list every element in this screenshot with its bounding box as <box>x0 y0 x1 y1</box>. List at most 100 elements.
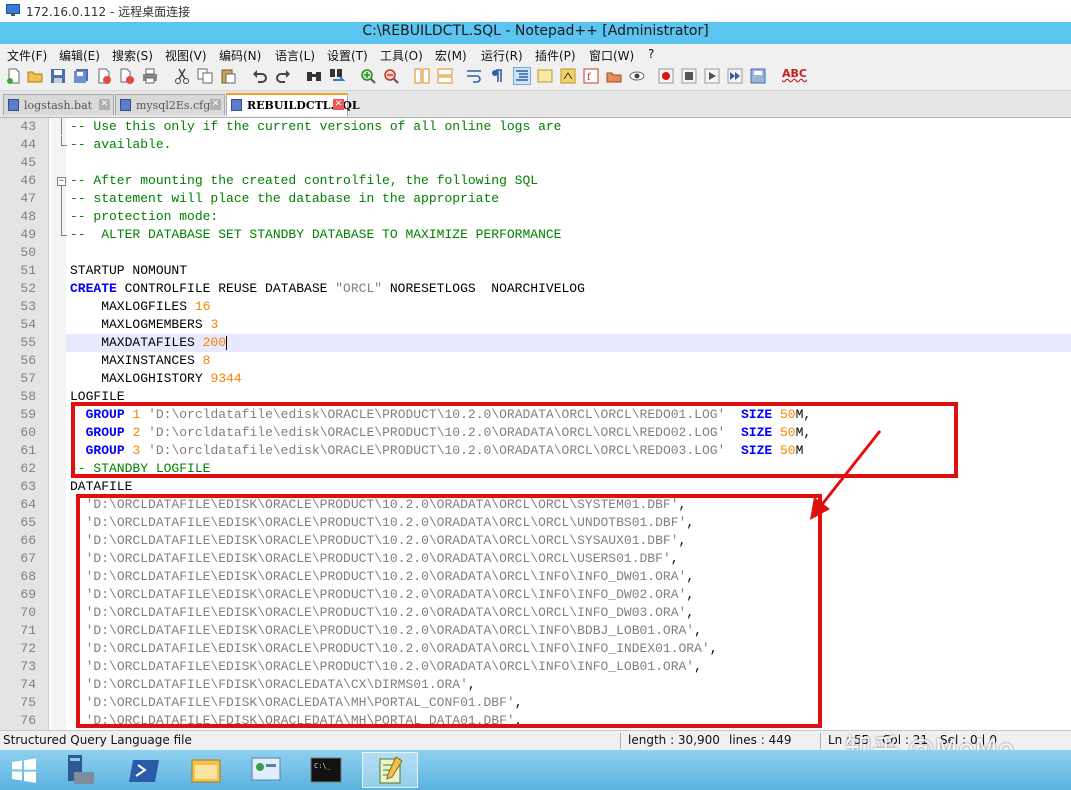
line-number: 74 <box>20 677 36 692</box>
svg-text:C:\_: C:\_ <box>314 762 332 770</box>
cut-icon[interactable] <box>174 68 190 84</box>
zoom-in-icon[interactable] <box>360 68 376 84</box>
show-all-chars-icon[interactable] <box>489 68 505 84</box>
code-line: -- After mounting the created controlfil… <box>70 173 539 188</box>
start-button-icon[interactable] <box>6 752 42 788</box>
control-panel-icon[interactable] <box>246 752 286 788</box>
tab-logstash-bat[interactable]: logstash.bat ✕ <box>3 94 114 115</box>
line-number: 64 <box>20 497 36 512</box>
code-text: MAXLOGHISTORY <box>70 371 211 386</box>
menu-help[interactable]: ? <box>648 47 654 61</box>
line-number: 68 <box>20 569 36 584</box>
line-number: 52 <box>20 281 36 296</box>
find-icon[interactable] <box>306 68 322 84</box>
menu-encoding[interactable]: 编码(N) <box>219 47 261 64</box>
indent-guide-icon[interactable] <box>513 67 531 85</box>
open-file-icon[interactable] <box>27 68 43 84</box>
line-number: 60 <box>20 425 36 440</box>
save-macro-icon[interactable] <box>750 68 766 84</box>
menu-file[interactable]: 文件(F) <box>7 47 47 64</box>
stop-record-icon[interactable] <box>681 68 697 84</box>
line-number: 46 <box>20 173 36 188</box>
undo-icon[interactable] <box>252 68 268 84</box>
copy-icon[interactable] <box>197 68 213 84</box>
tab-mysql2es-cfg[interactable]: mysql2Es.cfg ✕ <box>115 94 225 115</box>
menu-settings[interactable]: 设置(T) <box>327 47 368 64</box>
file-explorer-icon[interactable] <box>186 752 226 788</box>
menu-bar: 文件(F) 编辑(E) 搜索(S) 视图(V) 编码(N) 语言(L) 设置(T… <box>0 44 1071 64</box>
code-text: MAXLOGMEMBERS <box>70 317 211 332</box>
menu-run[interactable]: 运行(R) <box>481 47 523 64</box>
tab-rebuildctl-sql[interactable]: REBUILDCTL.SQL ✕ <box>226 93 360 116</box>
code-text: CONTROLFILE REUSE DATABASE <box>116 281 336 296</box>
sync-vertical-icon[interactable] <box>414 68 430 84</box>
server-manager-icon[interactable] <box>60 752 100 788</box>
print-icon[interactable] <box>142 68 158 84</box>
menu-view[interactable]: 视图(V) <box>165 47 207 64</box>
code-line: STARTUP NOMOUNT <box>70 263 188 278</box>
menu-window[interactable]: 窗口(W) <box>589 47 634 64</box>
menu-language[interactable]: 语言(L) <box>275 47 315 64</box>
replace-icon[interactable] <box>329 68 345 84</box>
code-line: -- Use this only if the current versions… <box>70 119 562 134</box>
line-number: 44 <box>20 137 36 152</box>
menu-edit[interactable]: 编辑(E) <box>59 47 100 64</box>
line-number: 58 <box>20 389 36 404</box>
record-macro-icon[interactable] <box>658 68 674 84</box>
menu-tools[interactable]: 工具(O) <box>380 47 423 64</box>
sync-horizontal-icon[interactable] <box>437 68 453 84</box>
play-macro-icon[interactable] <box>704 68 720 84</box>
close-icon[interactable] <box>96 68 112 84</box>
paste-icon[interactable] <box>220 68 236 84</box>
powershell-icon[interactable] <box>125 752 165 788</box>
fold-end-marker <box>61 145 67 146</box>
text-caret <box>226 335 228 350</box>
fold-line <box>61 136 62 145</box>
notepadpp-icon <box>379 756 403 784</box>
menu-macro[interactable]: 宏(M) <box>435 47 467 64</box>
line-number: 61 <box>20 443 36 458</box>
eye-icon[interactable] <box>629 68 645 84</box>
taskbar: C:\_ <box>0 750 1071 790</box>
tab-close-icon[interactable]: ✕ <box>333 99 344 110</box>
fold-margin <box>52 118 66 730</box>
zoom-out-icon[interactable] <box>383 68 399 84</box>
code-line: CREATE CONTROLFILE REUSE DATABASE "ORCL"… <box>70 280 585 298</box>
line-number: 75 <box>20 695 36 710</box>
cmd-icon[interactable]: C:\_ <box>306 752 346 788</box>
code-line: -- ALTER DATABASE SET STANDBY DATABASE T… <box>70 227 562 242</box>
document-map-icon[interactable] <box>537 68 553 84</box>
notepadpp-taskbar-button[interactable] <box>362 752 418 788</box>
menu-search[interactable]: 搜索(S) <box>112 47 153 64</box>
function-list-icon[interactable] <box>560 68 576 84</box>
word-wrap-icon[interactable] <box>466 68 482 84</box>
file-icon <box>8 99 19 111</box>
save-all-icon[interactable] <box>73 68 89 84</box>
line-number: 63 <box>20 479 36 494</box>
line-number: 53 <box>20 299 36 314</box>
code-line: MAXLOGMEMBERS 3 <box>70 316 218 334</box>
line-number: 59 <box>20 407 36 422</box>
line-number: 45 <box>20 155 36 170</box>
run-macro-multiple-icon[interactable] <box>727 68 743 84</box>
folder-workspace-icon[interactable]: f <box>583 68 599 84</box>
line-number: 71 <box>20 623 36 638</box>
redo-icon[interactable] <box>275 68 291 84</box>
code-line-current: MAXDATAFILES 200 <box>70 334 228 352</box>
sql-number: 9344 <box>210 371 242 386</box>
new-file-icon[interactable] <box>6 68 22 84</box>
fold-toggle-icon[interactable]: − <box>57 177 66 186</box>
close-all-icon[interactable] <box>119 68 135 84</box>
annotation-arrow <box>810 430 882 520</box>
line-number: 73 <box>20 659 36 674</box>
line-number: 65 <box>20 515 36 530</box>
tab-close-icon[interactable]: ✕ <box>210 99 221 110</box>
code-line: MAXLOGHISTORY 9344 <box>70 370 242 388</box>
save-icon[interactable] <box>50 68 66 84</box>
spell-check-icon[interactable]: ABC <box>782 67 807 80</box>
code-text: NORESETLOGS NOARCHIVELOG <box>382 281 585 296</box>
menu-plugins[interactable]: 插件(P) <box>535 47 576 64</box>
code-text: MAXDATAFILES <box>70 335 203 350</box>
monitoring-icon[interactable] <box>606 68 622 84</box>
tab-close-icon[interactable]: ✕ <box>99 99 110 110</box>
